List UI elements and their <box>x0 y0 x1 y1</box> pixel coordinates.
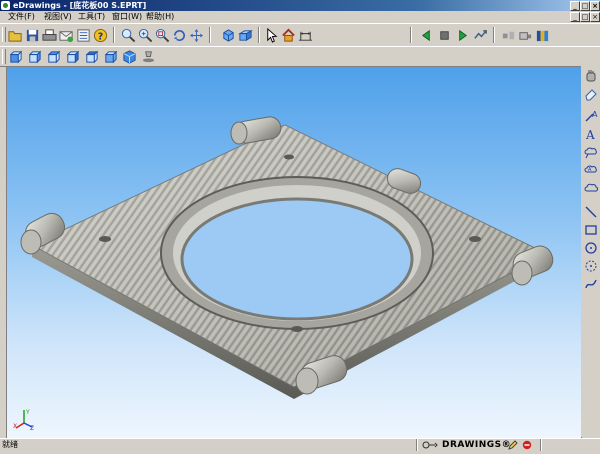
open-icon[interactable] <box>7 27 23 43</box>
eraser-icon[interactable] <box>583 86 599 102</box>
title-bar[interactable]: eDrawings - [底花板00 S.EPRT] _ □ × <box>0 0 600 11</box>
view-front-icon[interactable] <box>7 48 23 64</box>
cloud-shape-icon[interactable] <box>583 180 599 196</box>
toolbar-grip[interactable] <box>2 49 6 64</box>
save-icon[interactable] <box>24 27 40 43</box>
view-back-icon[interactable] <box>26 48 42 64</box>
menu-tools[interactable]: 工具(T) <box>78 11 105 23</box>
main-toolbar: ? <box>0 23 600 47</box>
rotate-icon[interactable] <box>171 27 187 43</box>
select-icon[interactable] <box>263 27 279 43</box>
cloud-icon[interactable] <box>583 144 599 160</box>
circle-icon[interactable] <box>583 240 599 256</box>
close-button[interactable]: × <box>590 1 600 11</box>
svg-text:A: A <box>592 110 598 119</box>
rectangle-icon[interactable] <box>583 222 599 238</box>
triad-x-label: X <box>13 423 17 430</box>
status-bar: 就绪 DRAWINGS® <box>0 438 600 451</box>
triad-y-label: Y <box>25 409 30 416</box>
toolbar-grip[interactable] <box>2 27 6 42</box>
view-orient-icon[interactable] <box>237 27 253 43</box>
menu-file[interactable]: 文件(F) <box>8 11 35 23</box>
doc-restore-button[interactable]: □ <box>580 12 590 22</box>
status-separator <box>540 439 542 451</box>
markup-toolbar: A A A <box>581 66 600 437</box>
pan-icon[interactable] <box>188 27 204 43</box>
view-3d-icon[interactable] <box>220 27 236 43</box>
model-render[interactable] <box>7 67 581 438</box>
model-viewport[interactable]: Y X Z <box>6 66 582 439</box>
menu-view[interactable]: 视图(V) <box>44 11 72 23</box>
axis-triad: Y X Z <box>13 407 35 432</box>
spline-icon[interactable] <box>583 276 599 292</box>
views-toolbar <box>0 46 600 67</box>
loop-icon[interactable] <box>472 27 488 43</box>
line-icon[interactable] <box>583 204 599 220</box>
maximize-button[interactable]: □ <box>580 1 590 11</box>
window-title: eDrawings - [底花板00 S.EPRT] <box>13 1 147 10</box>
view-iso-icon[interactable] <box>121 48 137 64</box>
no-entry-icon[interactable] <box>522 440 532 450</box>
print-icon[interactable] <box>41 27 57 43</box>
zoom-fit-icon[interactable] <box>120 27 136 43</box>
doc-close-button[interactable]: × <box>590 12 600 22</box>
view-right-icon[interactable] <box>64 48 80 64</box>
text-icon[interactable]: A <box>583 126 599 142</box>
toolbar-separator <box>113 27 115 43</box>
play-back-icon[interactable] <box>418 27 434 43</box>
toolbar-separator <box>493 27 495 43</box>
markup-pen-icon[interactable] <box>508 440 518 450</box>
status-separator <box>416 439 418 451</box>
toolbar-separator <box>209 27 211 43</box>
gallery-icon[interactable] <box>534 27 550 43</box>
arc-icon[interactable] <box>583 258 599 274</box>
home-icon[interactable] <box>280 27 296 43</box>
options-icon[interactable] <box>75 27 91 43</box>
help-icon[interactable]: ? <box>92 27 108 43</box>
shadow-icon[interactable] <box>140 48 156 64</box>
edrawings-brand-label: DRAWINGS® <box>442 440 512 450</box>
svg-text:?: ? <box>97 31 102 42</box>
menu-bar: 文件(F) 视图(V) 工具(T) 窗口(W) 帮助(H) <box>0 11 600 23</box>
zoom-in-icon[interactable] <box>137 27 153 43</box>
zoom-area-icon[interactable] <box>154 27 170 43</box>
section-icon[interactable] <box>517 27 533 43</box>
link-icon <box>422 441 438 449</box>
menu-window[interactable]: 窗口(W) <box>112 11 142 23</box>
toolbar-separator <box>258 27 260 43</box>
stop-icon[interactable] <box>436 27 452 43</box>
view-top-icon[interactable] <box>83 48 99 64</box>
cloud-leader-icon[interactable]: A <box>583 162 599 178</box>
edrawings-app-icon[interactable] <box>1 1 10 10</box>
svg-text:A: A <box>588 167 592 173</box>
play-icon[interactable] <box>454 27 470 43</box>
view-left-icon[interactable] <box>45 48 61 64</box>
explode-icon[interactable] <box>500 27 516 43</box>
triad-z-label: Z <box>30 425 34 431</box>
menu-help[interactable]: 帮助(H) <box>146 11 174 23</box>
toolbar-separator <box>410 27 412 43</box>
hand-icon[interactable] <box>583 68 599 84</box>
leader-icon[interactable]: A <box>583 108 599 124</box>
svg-text:A: A <box>585 128 595 141</box>
minimize-button[interactable]: _ <box>570 1 580 11</box>
view-bottom-icon[interactable] <box>102 48 118 64</box>
status-text: 就绪 <box>2 440 18 449</box>
send-icon[interactable] <box>58 27 74 43</box>
doc-minimize-button[interactable]: _ <box>570 12 580 22</box>
measure-icon[interactable] <box>297 27 313 43</box>
